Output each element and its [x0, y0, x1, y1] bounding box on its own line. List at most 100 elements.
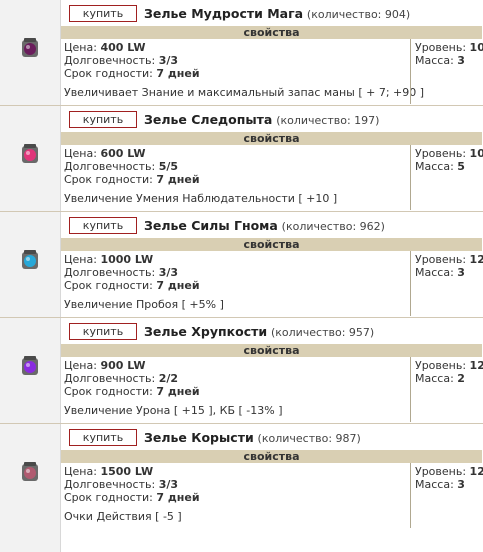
durability-value: 2/2: [158, 372, 179, 385]
durability-label: Долговечность:: [64, 372, 156, 385]
level-value: 12: [469, 465, 483, 478]
mass-label: Масса:: [415, 266, 454, 279]
buy-button[interactable]: купить: [69, 111, 137, 128]
item-quantity: (количество: 197): [276, 114, 380, 127]
buy-button[interactable]: купить: [69, 217, 137, 234]
item-name: Зелье Следопыта: [144, 112, 273, 127]
item-icon-cell: [0, 318, 61, 423]
price-row: Цена: 1000 LW: [64, 253, 407, 266]
properties-header: свойства: [61, 132, 482, 145]
item-effect: Увеличение Умения Наблюдательности [ +10…: [64, 192, 338, 205]
durability-row: Долговечность: 3/3: [64, 54, 407, 67]
potion-list: купить Зелье Мудрости Мага (количество: …: [0, 0, 483, 552]
expiry-value: 7 дней: [156, 173, 200, 186]
item-content: купить Зелье Хрупкости (количество: 957)…: [61, 318, 483, 423]
item-content: купить Зелье Мудрости Мага (количество: …: [61, 0, 483, 105]
expiry-value: 7 дней: [156, 491, 200, 504]
item-icon-cell: [0, 212, 61, 317]
list-item: купить Зелье Хрупкости (количество: 957)…: [0, 318, 483, 424]
expiry-row: Срок годности: 7 дней: [64, 279, 407, 292]
price-label: Цена:: [64, 359, 97, 372]
item-title: Зелье Следопыта (количество: 197): [144, 112, 379, 127]
item-icon-cell: [0, 0, 61, 105]
list-item: купить Зелье Мудрости Мага (количество: …: [0, 0, 483, 106]
buy-button[interactable]: купить: [69, 429, 137, 446]
durability-row: Долговечность: 3/3: [64, 478, 407, 491]
mass-value: 3: [457, 266, 465, 279]
level-row: Уровень: 12: [415, 465, 483, 478]
item-stats: Цена: 900 LW Долговечность: 2/2 Срок год…: [64, 359, 407, 417]
mass-row: Масса: 2: [415, 372, 483, 385]
item-stats: Цена: 600 LW Долговечность: 5/5 Срок год…: [64, 147, 407, 205]
item-effect: Увеличение Урона [ +15 ], КБ [ -13% ]: [64, 404, 283, 417]
buy-button[interactable]: купить: [69, 5, 137, 22]
mass-row: Масса: 3: [415, 54, 483, 67]
expiry-label: Срок годности:: [64, 279, 153, 292]
durability-row: Долговечность: 3/3: [64, 266, 407, 279]
properties-header: свойства: [61, 450, 482, 463]
level-row: Уровень: 12: [415, 253, 483, 266]
list-item: купить Зелье Силы Гнома (количество: 962…: [0, 212, 483, 318]
mass-value: 5: [457, 160, 465, 173]
item-content: купить Зелье Силы Гнома (количество: 962…: [61, 212, 483, 317]
item-stats: Цена: 1500 LW Долговечность: 3/3 Срок го…: [64, 465, 407, 523]
item-icon-cell: [0, 424, 61, 552]
price-value: 900 LW: [100, 359, 146, 372]
expiry-value: 7 дней: [156, 67, 200, 80]
level-label: Уровень:: [415, 41, 467, 54]
level-label: Уровень:: [415, 359, 467, 372]
mass-value: 3: [457, 54, 465, 67]
durability-label: Долговечность:: [64, 54, 156, 67]
mass-label: Масса:: [415, 372, 454, 385]
price-label: Цена:: [64, 41, 97, 54]
item-stats: Цена: 400 LW Долговечность: 3/3 Срок год…: [64, 41, 424, 99]
price-value: 400 LW: [100, 41, 146, 54]
properties-header: свойства: [61, 344, 482, 357]
durability-value: 3/3: [158, 54, 179, 67]
expiry-label: Срок годности:: [64, 173, 153, 186]
durability-label: Долговечность:: [64, 478, 156, 491]
item-requirements: Уровень: 12 Масса: 2: [410, 357, 483, 422]
mass-value: 2: [457, 372, 465, 385]
item-quantity: (количество: 957): [270, 326, 375, 339]
potion-cyan-icon: [22, 250, 38, 269]
item-title: Зелье Хрупкости (количество: 957): [144, 324, 374, 339]
durability-value: 5/5: [158, 160, 179, 173]
expiry-label: Срок годности:: [64, 385, 153, 398]
buy-button[interactable]: купить: [69, 323, 137, 340]
item-name: Зелье Мудрости Мага: [144, 6, 304, 21]
level-label: Уровень:: [415, 465, 467, 478]
mass-row: Масса: 5: [415, 160, 483, 173]
expiry-row: Срок годности: 7 дней: [64, 491, 407, 504]
potion-mauve-icon: [22, 462, 38, 481]
mass-label: Масса:: [415, 54, 454, 67]
level-row: Уровень: 10: [415, 147, 483, 160]
level-value: 12: [469, 359, 483, 372]
item-content: купить Зелье Следопыта (количество: 197)…: [61, 106, 483, 211]
mass-value: 3: [457, 478, 465, 491]
properties-header: свойства: [61, 238, 482, 251]
expiry-row: Срок годности: 7 дней: [64, 385, 407, 398]
item-header: купить Зелье Мудрости Мага (количество: …: [61, 0, 483, 26]
price-row: Цена: 900 LW: [64, 359, 407, 372]
item-header: купить Зелье Следопыта (количество: 197): [61, 106, 483, 132]
item-name: Зелье Корысти: [144, 430, 254, 445]
potion-pink-icon: [22, 144, 38, 163]
mass-label: Масса:: [415, 160, 454, 173]
item-header: купить Зелье Корысти (количество: 987): [61, 424, 483, 450]
item-stats: Цена: 1000 LW Долговечность: 3/3 Срок го…: [64, 253, 407, 311]
item-quantity: (количество: 987): [257, 432, 361, 445]
price-label: Цена:: [64, 253, 97, 266]
price-value: 1000 LW: [100, 253, 154, 266]
item-requirements: Уровень: 12 Масса: 3: [410, 251, 483, 316]
price-label: Цена:: [64, 465, 97, 478]
price-row: Цена: 400 LW: [64, 41, 407, 54]
item-name: Зелье Силы Гнома: [144, 218, 278, 233]
price-label: Цена:: [64, 147, 97, 160]
expiry-label: Срок годности:: [64, 491, 153, 504]
level-row: Уровень: 10: [415, 41, 483, 54]
level-value: 10: [469, 147, 483, 160]
price-value: 1500 LW: [100, 465, 154, 478]
item-quantity: (количество: 904): [306, 8, 411, 21]
level-value: 10: [469, 41, 483, 54]
